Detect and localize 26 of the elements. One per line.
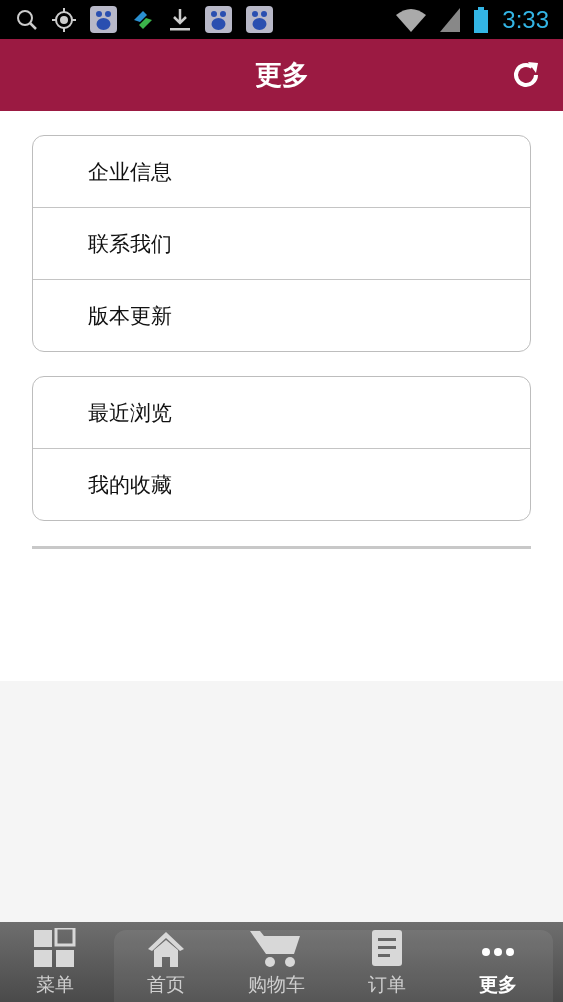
tab-item[interactable]: 购物车 [221,928,332,1002]
refresh-icon[interactable] [511,60,541,90]
menu-item[interactable]: 版本更新 [33,279,530,351]
page-title: 更多 [254,58,309,92]
document-icon [370,928,405,968]
menu-item[interactable]: 企业信息 [33,136,530,207]
menu-item[interactable]: 我的收藏 [33,448,530,520]
cart-icon [250,928,303,968]
wifi-icon [396,7,427,32]
menu-item[interactable]: 最近浏览 [33,377,530,448]
paw-icon [246,6,273,33]
location-icon [52,7,76,32]
tab-item[interactable]: 菜单 [0,928,111,1002]
signal-icon [440,7,461,32]
battery-icon [474,6,489,33]
tab-item[interactable]: 更多 [442,928,553,1002]
paw-icon [205,6,232,33]
paw-icon [90,6,117,33]
search-icon [16,8,38,31]
tab-item[interactable]: 订单 [331,928,443,1002]
tab-item[interactable]: 首页 [110,928,222,1002]
menu-item[interactable]: 联系我们 [33,207,530,279]
status-time: 3:33 [502,5,549,34]
dots-icon [481,948,514,956]
download-icon [169,7,191,32]
grid-icon [34,928,77,968]
